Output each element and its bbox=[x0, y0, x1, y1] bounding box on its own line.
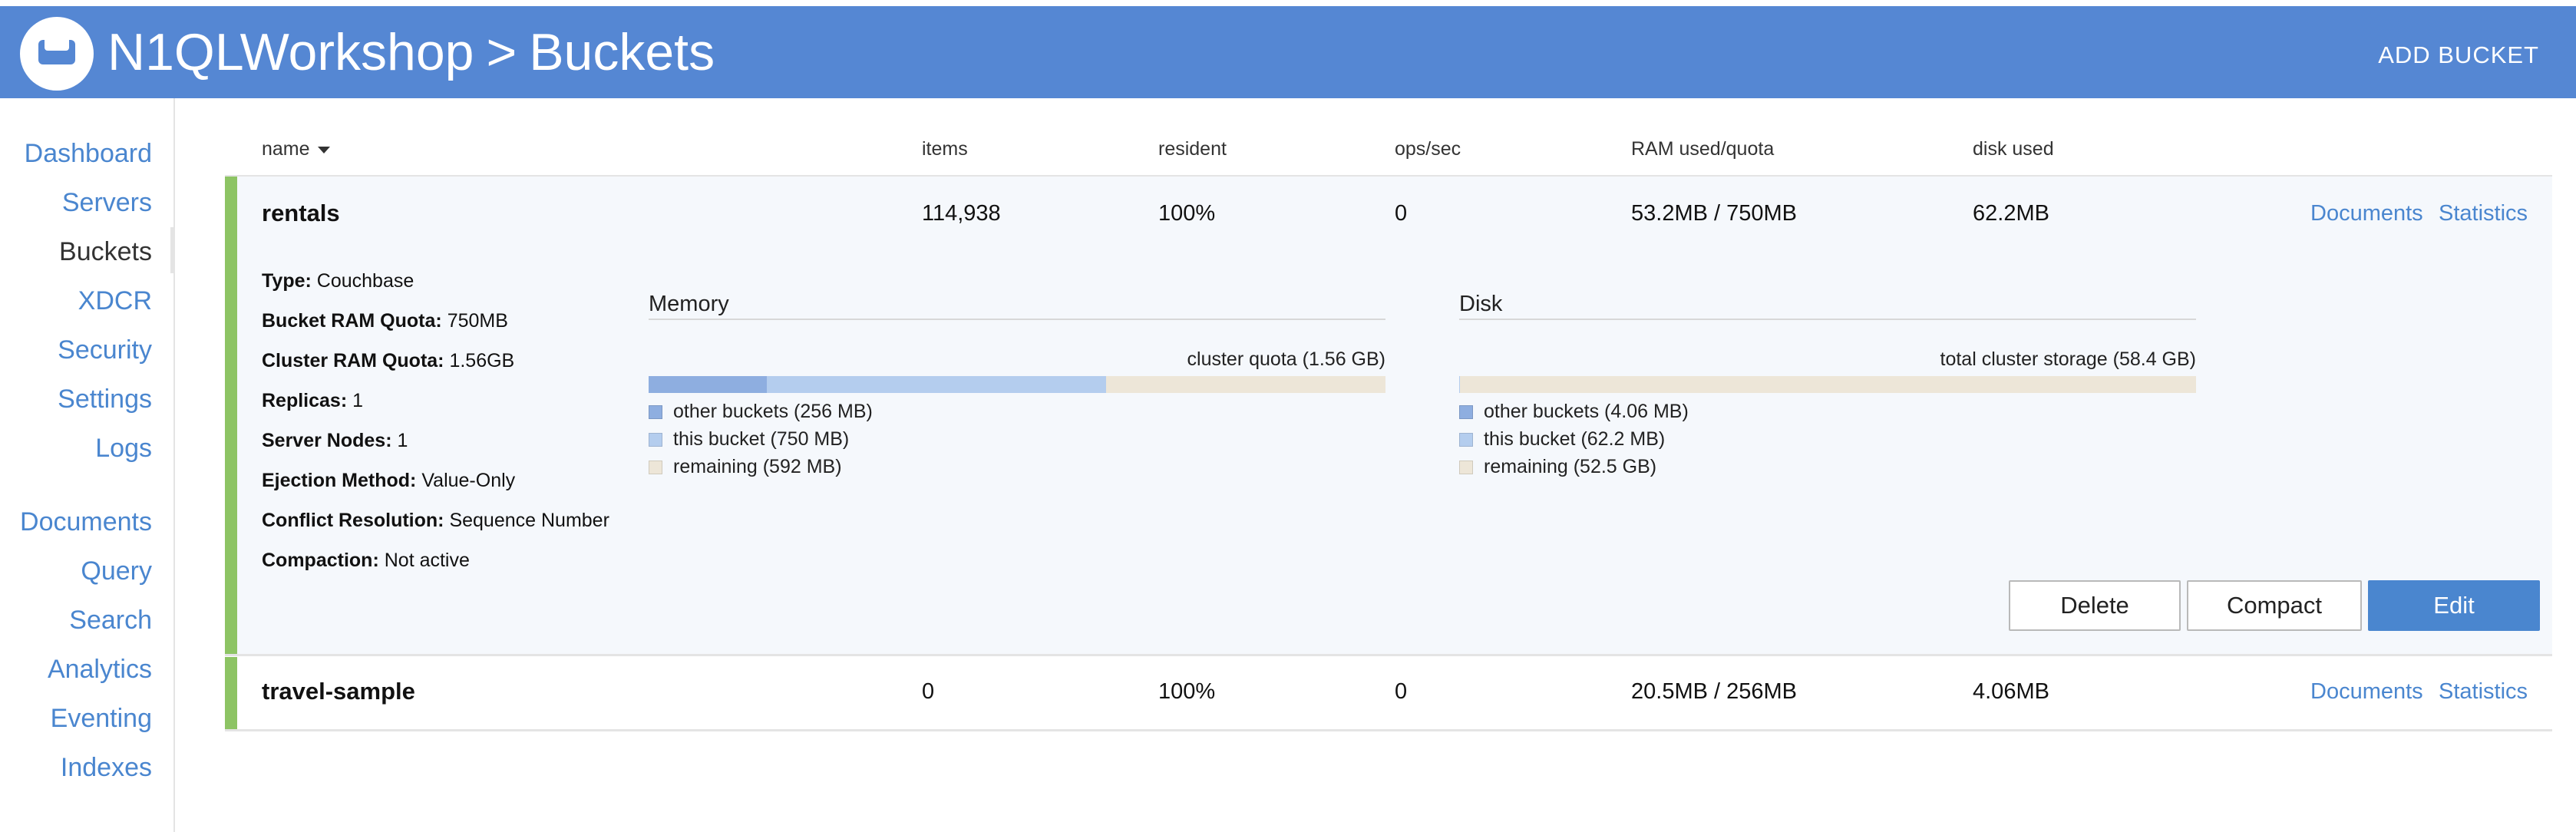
detail-ejection-method: Ejection Method: Value-Only bbox=[262, 470, 516, 491]
add-bucket-button[interactable]: ADD BUCKET bbox=[2378, 40, 2539, 71]
disk-usage-bar bbox=[1459, 376, 2196, 393]
statistics-link[interactable]: Statistics bbox=[2439, 676, 2528, 707]
bucket-disk: 4.06MB bbox=[1973, 679, 2049, 704]
memory-section-title: Memory bbox=[649, 292, 729, 316]
sidebar-item-search[interactable]: Search bbox=[69, 603, 152, 637]
row-divider bbox=[225, 654, 2552, 656]
breadcrumb-cluster-name[interactable]: N1QLWorkshop bbox=[107, 23, 474, 81]
sidebar-item-buckets[interactable]: Buckets bbox=[59, 235, 152, 269]
disk-legend-other: other buckets (4.06 MB) bbox=[1459, 398, 1689, 425]
bucket-ops: 0 bbox=[1395, 679, 1408, 704]
sidebar-item-dashboard[interactable]: Dashboard bbox=[25, 137, 152, 170]
sidebar-item-documents[interactable]: Documents bbox=[20, 505, 152, 539]
detail-bucket-ram-quota: Bucket RAM Quota: 750MB bbox=[262, 310, 508, 332]
bucket-row-travel-sample[interactable] bbox=[225, 657, 2552, 729]
documents-link[interactable]: Documents bbox=[2310, 676, 2423, 707]
column-header-ops: ops/sec bbox=[1395, 138, 1461, 160]
memory-other-buckets-segment bbox=[649, 376, 767, 393]
bucket-status-indicator bbox=[225, 177, 237, 654]
disk-legend-remaining: remaining (52.5 GB) bbox=[1459, 453, 1656, 480]
bucket-resident: 100% bbox=[1158, 201, 1216, 226]
memory-this-bucket-segment bbox=[767, 376, 1106, 393]
legend-swatch-remaining-icon bbox=[649, 461, 662, 474]
delete-button[interactable]: Delete bbox=[2009, 580, 2181, 631]
detail-cluster-ram-quota: Cluster RAM Quota: 1.56GB bbox=[262, 350, 515, 371]
disk-section-divider bbox=[1459, 319, 2196, 320]
disk-this-bucket-segment bbox=[1459, 376, 1460, 393]
page-title: Buckets bbox=[529, 23, 715, 81]
legend-swatch-other-icon bbox=[649, 405, 662, 419]
table-bottom-divider bbox=[225, 729, 2552, 731]
sidebar-item-security[interactable]: Security bbox=[58, 333, 152, 367]
legend-swatch-remaining-icon bbox=[1459, 461, 1473, 474]
sidebar-nav: Dashboard Servers Buckets XDCR Security … bbox=[0, 98, 175, 832]
bucket-ops: 0 bbox=[1395, 201, 1408, 226]
bucket-resident: 100% bbox=[1158, 679, 1216, 704]
memory-legend-remaining: remaining (592 MB) bbox=[649, 453, 842, 480]
sidebar-active-indicator bbox=[170, 227, 175, 273]
bucket-items: 114,938 bbox=[922, 201, 1001, 226]
column-header-items: items bbox=[922, 138, 968, 160]
sort-caret-down-icon bbox=[317, 146, 330, 154]
sidebar-item-servers[interactable]: Servers bbox=[62, 186, 152, 220]
memory-legend-other: other buckets (256 MB) bbox=[649, 398, 873, 425]
detail-replicas: Replicas: 1 bbox=[262, 390, 364, 411]
sidebar-item-settings[interactable]: Settings bbox=[58, 382, 152, 416]
disk-section-title: Disk bbox=[1459, 292, 1503, 316]
couchbase-logo-icon bbox=[20, 17, 94, 91]
edit-button[interactable]: Edit bbox=[2368, 580, 2540, 631]
disk-legend-this: this bucket (62.2 MB) bbox=[1459, 425, 1665, 453]
bucket-disk: 62.2MB bbox=[1973, 201, 2049, 226]
detail-conflict-resolution: Conflict Resolution: Sequence Number bbox=[262, 510, 609, 531]
memory-bar-caption: cluster quota (1.56 GB) bbox=[1187, 348, 1385, 370]
bucket-ram: 53.2MB / 750MB bbox=[1631, 201, 1797, 226]
bucket-items: 0 bbox=[922, 679, 935, 704]
sidebar-item-query[interactable]: Query bbox=[81, 554, 152, 588]
memory-legend-this: this bucket (750 MB) bbox=[649, 425, 849, 453]
breadcrumb: N1QLWorkshop > Buckets bbox=[107, 21, 715, 83]
bucket-status-indicator bbox=[225, 657, 237, 729]
detail-compaction: Compaction: Not active bbox=[262, 550, 470, 571]
statistics-link[interactable]: Statistics bbox=[2439, 198, 2528, 229]
top-header: N1QLWorkshop > Buckets ADD BUCKET bbox=[0, 6, 2576, 98]
column-header-ram: RAM used/quota bbox=[1631, 138, 1775, 160]
bucket-name[interactable]: rentals bbox=[262, 198, 340, 229]
detail-server-nodes: Server Nodes: 1 bbox=[262, 430, 408, 451]
memory-section-divider bbox=[649, 319, 1385, 320]
legend-swatch-other-icon bbox=[1459, 405, 1473, 419]
breadcrumb-separator: > bbox=[486, 23, 517, 81]
bucket-name[interactable]: travel-sample bbox=[262, 676, 415, 707]
disk-bar-caption: total cluster storage (58.4 GB) bbox=[1940, 348, 2196, 370]
compact-button[interactable]: Compact bbox=[2187, 580, 2362, 631]
column-header-resident: resident bbox=[1158, 138, 1227, 160]
column-header-disk: disk used bbox=[1973, 138, 2054, 160]
column-header-name[interactable]: name bbox=[262, 135, 330, 163]
detail-type: Type: Couchbase bbox=[262, 270, 414, 292]
column-header-name-label: name bbox=[262, 138, 310, 160]
sidebar-item-eventing[interactable]: Eventing bbox=[51, 702, 152, 735]
legend-swatch-this-icon bbox=[1459, 433, 1473, 447]
sidebar-item-indexes[interactable]: Indexes bbox=[61, 751, 152, 784]
documents-link[interactable]: Documents bbox=[2310, 198, 2423, 229]
memory-usage-bar bbox=[649, 376, 1385, 393]
sidebar-item-logs[interactable]: Logs bbox=[95, 431, 152, 465]
sidebar-item-xdcr[interactable]: XDCR bbox=[78, 284, 152, 318]
bucket-ram: 20.5MB / 256MB bbox=[1631, 679, 1797, 704]
sidebar-item-analytics[interactable]: Analytics bbox=[48, 652, 152, 686]
legend-swatch-this-icon bbox=[649, 433, 662, 447]
